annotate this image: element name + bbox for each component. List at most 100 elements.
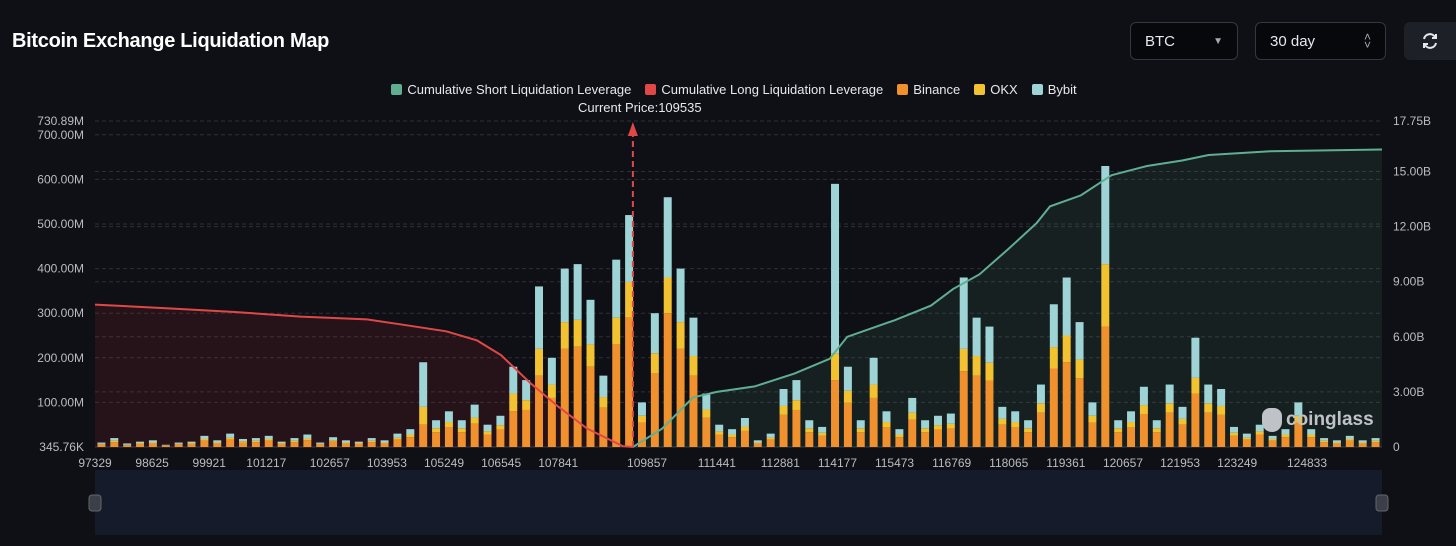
bar-okx bbox=[1230, 432, 1238, 436]
x-tick-label: 111441 bbox=[698, 456, 737, 470]
x-tick-label: 102657 bbox=[310, 456, 350, 470]
bar-binance bbox=[1268, 440, 1277, 447]
bar-bybit bbox=[329, 437, 338, 441]
bar-binance bbox=[560, 348, 569, 447]
bar-bybit bbox=[921, 420, 930, 429]
bar-binance bbox=[895, 437, 904, 447]
bar-binance bbox=[612, 344, 621, 447]
bar-okx bbox=[560, 322, 569, 349]
watermark-text: coinglass bbox=[1286, 409, 1374, 430]
bar-binance bbox=[522, 409, 531, 447]
bar-okx bbox=[213, 442, 222, 444]
bar-bybit bbox=[148, 440, 157, 443]
bar-okx bbox=[110, 440, 119, 443]
bar-okx bbox=[1036, 403, 1045, 413]
x-tick-label: 101217 bbox=[246, 456, 286, 470]
bar-bybit bbox=[1217, 389, 1226, 406]
y-right-tick-label: 12.00B bbox=[1393, 220, 1431, 234]
bar-binance bbox=[1075, 378, 1084, 447]
bar-bybit bbox=[406, 429, 415, 435]
y-right-tick-label: 0 bbox=[1393, 440, 1400, 454]
bar-bybit bbox=[483, 424, 492, 432]
bar-bybit bbox=[895, 429, 904, 435]
short-area bbox=[632, 149, 1382, 448]
bar-bybit bbox=[1268, 435, 1277, 439]
bar-okx bbox=[547, 384, 556, 398]
bar-okx bbox=[1049, 347, 1058, 369]
bar-okx bbox=[702, 409, 711, 418]
bar-okx bbox=[1371, 440, 1380, 443]
bar-okx bbox=[895, 434, 904, 438]
bar-bybit bbox=[367, 438, 376, 441]
bar-binance bbox=[843, 402, 852, 447]
bar-binance bbox=[1230, 435, 1238, 447]
y-left-tick-label: 345.76K bbox=[39, 440, 84, 454]
bar-okx bbox=[882, 422, 891, 428]
bar-binance bbox=[329, 441, 338, 447]
bar-bybit bbox=[123, 443, 132, 445]
bar-okx bbox=[1114, 428, 1123, 433]
bar-bybit bbox=[290, 438, 299, 441]
bar-bybit bbox=[547, 357, 556, 385]
bar-bybit bbox=[856, 420, 865, 429]
bar-binance bbox=[1011, 427, 1020, 447]
bar-okx bbox=[1075, 359, 1084, 379]
bar-binance bbox=[213, 443, 222, 447]
bar-bybit bbox=[1371, 438, 1380, 441]
bar-bybit bbox=[998, 406, 1007, 419]
range-slider-handle[interactable] bbox=[88, 494, 102, 512]
bar-okx bbox=[1358, 442, 1367, 444]
bar-bybit bbox=[1358, 440, 1367, 443]
bar-binance bbox=[702, 417, 711, 447]
y-left-tick-label: 100.00M bbox=[37, 395, 84, 409]
bar-bybit bbox=[728, 429, 737, 435]
bar-bybit bbox=[715, 424, 724, 432]
range-slider-handle[interactable] bbox=[1375, 494, 1389, 512]
bar-binance bbox=[1358, 443, 1367, 447]
x-tick-label: 97329 bbox=[78, 456, 112, 470]
bar-binance bbox=[1152, 432, 1161, 447]
bar-bybit bbox=[419, 362, 428, 407]
y-left-tick-label: 730.89M bbox=[37, 114, 84, 128]
bar-binance bbox=[933, 429, 942, 447]
bar-okx bbox=[470, 417, 479, 424]
bar-binance bbox=[496, 429, 505, 447]
bar-okx bbox=[637, 415, 646, 423]
bar-okx bbox=[316, 443, 325, 445]
bar-okx bbox=[354, 442, 363, 444]
bar-okx bbox=[1332, 442, 1341, 444]
bar-okx bbox=[1127, 422, 1136, 428]
bar-binance bbox=[728, 437, 737, 447]
bar-okx bbox=[676, 322, 685, 349]
bar-bybit bbox=[1320, 438, 1329, 441]
bar-binance bbox=[1139, 413, 1148, 447]
bar-okx bbox=[393, 437, 402, 440]
bar-okx bbox=[908, 412, 917, 420]
bar-bybit bbox=[946, 413, 955, 424]
coinglass-logo-icon bbox=[1262, 408, 1282, 432]
bar-binance bbox=[1320, 442, 1329, 447]
bar-binance bbox=[1049, 368, 1058, 447]
bar-bybit bbox=[316, 442, 325, 444]
bar-okx bbox=[1268, 438, 1277, 441]
bar-okx bbox=[136, 442, 145, 444]
bar-binance bbox=[946, 428, 955, 447]
bar-binance bbox=[1204, 412, 1213, 447]
bar-binance bbox=[457, 432, 466, 447]
bar-okx bbox=[161, 445, 170, 446]
bar-bybit bbox=[1049, 304, 1058, 348]
bar-okx bbox=[728, 434, 737, 438]
bar-okx bbox=[457, 428, 466, 433]
bar-binance bbox=[148, 443, 157, 447]
bar-bybit bbox=[573, 264, 582, 320]
bar-bybit bbox=[1191, 337, 1200, 378]
bar-binance bbox=[200, 440, 209, 447]
bar-okx bbox=[97, 443, 106, 445]
x-tick-label: 121953 bbox=[1160, 456, 1200, 470]
bar-bybit bbox=[174, 442, 183, 444]
bar-bybit bbox=[1127, 411, 1136, 423]
bar-bybit bbox=[959, 277, 968, 349]
bar-binance bbox=[251, 442, 260, 447]
bar-binance bbox=[136, 443, 145, 447]
bar-okx bbox=[1345, 438, 1354, 441]
